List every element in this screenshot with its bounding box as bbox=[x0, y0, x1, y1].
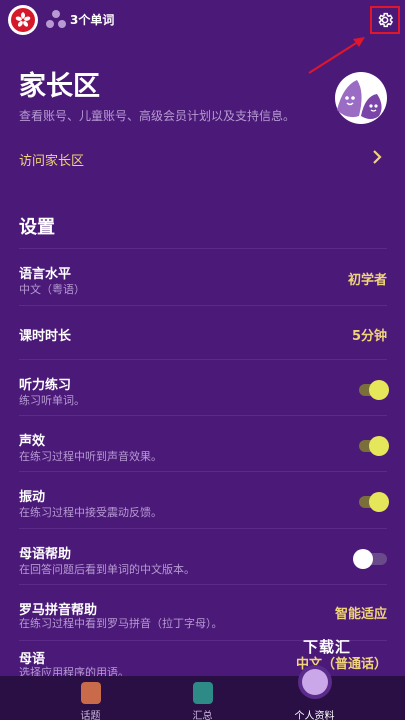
parent-zone-link-label: 访问家长区 bbox=[19, 154, 85, 169]
setting-title: 听力练习 bbox=[19, 378, 72, 393]
setting-row-romanization[interactable]: 罗马拼音帮助 在练习过程中看到罗马拼音（拉丁字母）。 智能适应 bbox=[19, 584, 387, 640]
setting-title: 语言水平 bbox=[19, 267, 72, 282]
nav-tab-label: 个人资料 bbox=[294, 711, 335, 720]
listening-toggle[interactable] bbox=[359, 380, 389, 400]
setting-value: 5分钟 bbox=[351, 329, 387, 344]
toggle-knob bbox=[369, 380, 389, 400]
setting-subtitle: 在练习过程中看到罗马拼音（拉丁字母）。 bbox=[19, 617, 223, 630]
setting-value: 智能适应 bbox=[334, 607, 387, 622]
parent-zone-description: 查看账号、儿童账号、高级会员计划以及支持信息。 bbox=[19, 109, 296, 123]
chevron-right-icon bbox=[373, 150, 382, 164]
parent-zone-link[interactable]: 访问家长区 bbox=[0, 140, 405, 176]
setting-row-vibration: 振动 在练习过程中接受震动反馈。 bbox=[19, 471, 389, 528]
setting-subtitle: 在回答问题后看到单词的中文版本。 bbox=[19, 563, 195, 576]
watermark-text: 下载汇 bbox=[303, 638, 352, 656]
setting-row-listening: 听力练习 练习听单词。 bbox=[19, 359, 389, 415]
sound-effects-toggle[interactable] bbox=[359, 436, 389, 456]
summary-icon bbox=[193, 682, 213, 704]
setting-subtitle: 在练习过程中接受震动反馈。 bbox=[19, 506, 162, 519]
vibration-toggle[interactable] bbox=[359, 492, 389, 512]
settings-gear-button[interactable] bbox=[370, 6, 400, 34]
mascot-icon bbox=[335, 72, 387, 124]
setting-title: 振动 bbox=[19, 490, 46, 505]
setting-subtitle: 在练习过程中听到声音效果。 bbox=[19, 450, 162, 463]
setting-value: 初学者 bbox=[347, 273, 387, 288]
annotation-arrow bbox=[308, 37, 365, 74]
toggle-knob bbox=[369, 492, 389, 512]
setting-row-sound-effects: 声效 在练习过程中听到声音效果。 bbox=[19, 415, 389, 471]
setting-row-lesson-duration[interactable]: 课时时长 5分钟 bbox=[19, 305, 387, 359]
setting-row-language-level[interactable]: 语言水平 中文（粤语） 初学者 bbox=[19, 248, 387, 305]
setting-title: 课时时长 bbox=[19, 329, 72, 344]
setting-title: 母语帮助 bbox=[19, 547, 72, 562]
profile-avatar-icon[interactable] bbox=[298, 665, 332, 699]
setting-row-native-help: 母语帮助 在回答问题后看到单词的中文版本。 bbox=[19, 528, 387, 584]
topics-icon bbox=[81, 682, 101, 704]
toggle-knob bbox=[353, 549, 373, 569]
language-flag-icon[interactable] bbox=[8, 5, 38, 35]
setting-subtitle: 练习听单词。 bbox=[19, 394, 85, 407]
toggle-knob bbox=[369, 436, 389, 456]
parent-zone-title: 家长区 bbox=[19, 71, 100, 102]
gear-icon bbox=[378, 12, 394, 28]
setting-title: 声效 bbox=[19, 434, 46, 449]
native-help-toggle[interactable] bbox=[353, 549, 387, 569]
setting-subtitle: 中文（粤语） bbox=[19, 283, 85, 296]
top-bar: 3个单词 bbox=[0, 0, 405, 74]
word-count: 3个单词 bbox=[70, 13, 115, 27]
bottom-nav: 话题 汇总 个人资料 bbox=[0, 676, 405, 720]
settings-heading: 设置 bbox=[19, 217, 55, 238]
words-icon bbox=[46, 10, 66, 28]
